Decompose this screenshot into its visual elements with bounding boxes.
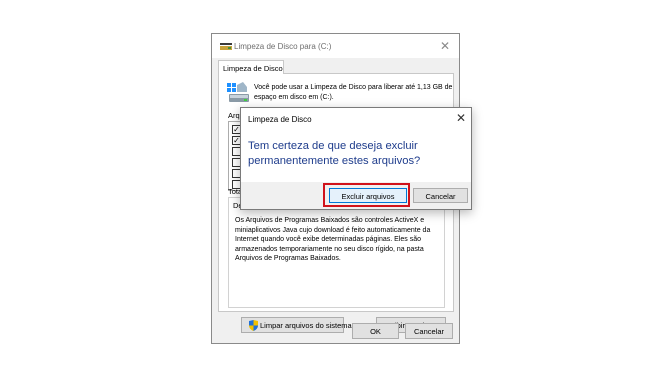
description-text: Os Arquivos de Programas Baixados são co…: [235, 217, 431, 263]
main-close-icon[interactable]: ✕: [437, 38, 453, 54]
ok-button[interactable]: OK: [352, 323, 399, 339]
clean-system-files-label: Limpar arquivos do sistema: [260, 321, 352, 330]
confirm-dialog-footer: Excluir arquivos Cancelar: [241, 182, 471, 209]
confirm-dialog-title: Limpeza de Disco: [248, 115, 312, 124]
delete-files-button[interactable]: Excluir arquivos: [329, 188, 407, 203]
description-group: De Os Arquivos de Programas Baixados são…: [228, 197, 445, 308]
main-titlebar[interactable]: Limpeza de Disco para (C:) ✕: [212, 34, 459, 58]
drive-icon: [227, 82, 249, 102]
disk-cleanup-icon: [220, 43, 232, 50]
main-window-title: Limpeza de Disco para (C:): [234, 42, 332, 51]
intro-text: Você pode usar a Limpeza de Disco para l…: [254, 84, 453, 101]
shield-icon: [249, 320, 258, 331]
confirm-delete-dialog: Limpeza de Disco ✕ Tem certeza de que de…: [240, 107, 472, 210]
tab-disk-cleanup[interactable]: Limpeza de Disco: [218, 60, 284, 74]
confirm-message: Tem certeza de que deseja excluir perman…: [248, 140, 421, 167]
confirm-cancel-button[interactable]: Cancelar: [413, 188, 468, 203]
clean-system-files-button[interactable]: Limpar arquivos do sistema: [241, 317, 352, 333]
main-cancel-button[interactable]: Cancelar: [405, 323, 453, 339]
confirm-close-icon[interactable]: ✕: [454, 111, 468, 125]
